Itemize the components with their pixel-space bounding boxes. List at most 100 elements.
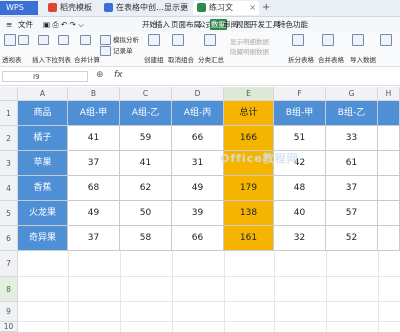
table-cell[interactable]: 68: [68, 176, 120, 201]
total-cell[interactable]: 138: [224, 201, 274, 226]
table-cell[interactable]: 52: [326, 226, 378, 251]
add-tab-icon[interactable]: +: [262, 1, 270, 15]
import-icon[interactable]: [352, 34, 364, 48]
hamburger-icon[interactable]: ≡: [6, 17, 12, 32]
menu-dev-tools[interactable]: 开发工具: [250, 17, 280, 32]
header-cell[interactable]: A组-甲: [68, 101, 120, 126]
table-cell[interactable]: 37: [326, 176, 378, 201]
spreadsheet-grid[interactable]: A B C D E F G H 1 2 3 4 5 6 7 8 9 10 商品 …: [0, 87, 400, 332]
close-icon[interactable]: ×: [249, 1, 256, 15]
table-cell[interactable]: 50: [120, 201, 172, 226]
table-cell[interactable]: 48: [274, 176, 326, 201]
tab-wps[interactable]: WPS: [0, 1, 38, 15]
table-cell[interactable]: 41: [120, 151, 172, 176]
tab-template[interactable]: 稻壳模板: [44, 1, 98, 15]
show-all-icon[interactable]: [38, 35, 51, 45]
tab-doc[interactable]: 在表格中创…显示更通顺×: [100, 1, 192, 26]
table-cell[interactable]: 66: [172, 126, 224, 151]
hide-detail-button[interactable]: 隐藏明细数据: [230, 46, 269, 56]
table-cell[interactable]: 66: [172, 226, 224, 251]
col-header-b[interactable]: B: [68, 87, 120, 101]
item-cell[interactable]: 香蕉: [18, 176, 68, 201]
zoom-icon[interactable]: ⊕: [96, 70, 104, 80]
row-header-3[interactable]: 3: [0, 151, 18, 176]
total-cell[interactable]: 161: [224, 226, 274, 251]
header-cell[interactable]: 商品: [18, 101, 68, 126]
col-header-e[interactable]: E: [224, 87, 274, 101]
header-cell[interactable]: A组-丙: [172, 101, 224, 126]
menu-file[interactable]: 文件: [18, 17, 33, 32]
formula-input[interactable]: [128, 69, 400, 84]
item-cell[interactable]: 奇异果: [18, 226, 68, 251]
row-header-10[interactable]: 10: [0, 322, 18, 332]
menu-page-layout[interactable]: 页面布局: [171, 17, 201, 32]
ungroup-icon[interactable]: [172, 34, 184, 48]
table-cell[interactable]: 31: [172, 151, 224, 176]
dup-icon[interactable]: [80, 35, 93, 45]
col-header-f[interactable]: F: [274, 87, 326, 101]
menu-special[interactable]: 特色功能: [278, 17, 308, 32]
table-cell[interactable]: 59: [120, 126, 172, 151]
row-header-7[interactable]: 7: [0, 251, 18, 277]
header-cell-total[interactable]: 总计: [224, 101, 274, 126]
header-cell[interactable]: B组-甲: [274, 101, 326, 126]
table-cell[interactable]: [378, 176, 400, 201]
col-header-a[interactable]: A: [18, 87, 68, 101]
split-table-icon[interactable]: [292, 34, 304, 48]
menu-view[interactable]: 视图: [236, 17, 251, 32]
sort-icon[interactable]: [58, 35, 71, 45]
col-header-h[interactable]: H: [378, 87, 400, 101]
tab-sheet-active[interactable]: 练习文档.xlsx×: [193, 1, 259, 26]
header-cell[interactable]: A组-乙: [120, 101, 172, 126]
filter-icon[interactable]: [18, 35, 31, 45]
total-cell[interactable]: 179: [224, 176, 274, 201]
header-cell[interactable]: B组-乙: [326, 101, 378, 126]
fx-icon[interactable]: fx: [114, 70, 123, 80]
table-cell[interactable]: 62: [120, 176, 172, 201]
row-header-1[interactable]: 1: [0, 101, 18, 126]
name-box[interactable]: I9: [2, 71, 88, 82]
col-header-d[interactable]: D: [172, 87, 224, 101]
item-cell[interactable]: 橘子: [18, 126, 68, 151]
close-icon[interactable]: ×: [182, 1, 189, 15]
item-cell[interactable]: 火龙果: [18, 201, 68, 226]
row-header-5[interactable]: 5: [0, 201, 18, 226]
table-cell[interactable]: 32: [274, 226, 326, 251]
table-cell[interactable]: 39: [172, 201, 224, 226]
table-cell[interactable]: 40: [274, 201, 326, 226]
row-header-9[interactable]: 9: [0, 302, 18, 322]
select-all-corner[interactable]: [0, 87, 18, 101]
subtotal-icon[interactable]: [204, 34, 216, 48]
menu-icons[interactable]: ▣ ⎙ ↶ ↷ ⌵: [43, 17, 84, 32]
row-header-2[interactable]: 2: [0, 126, 18, 151]
table-cell[interactable]: [378, 201, 400, 226]
table-cell[interactable]: 57: [326, 201, 378, 226]
merge-table-icon[interactable]: [322, 34, 334, 48]
total-cell[interactable]: 166: [224, 126, 274, 151]
table-cell[interactable]: [378, 151, 400, 176]
table-cell[interactable]: 37: [68, 151, 120, 176]
menu-insert[interactable]: 插入: [155, 17, 170, 32]
pivot-icon[interactable]: [4, 34, 16, 48]
table-cell[interactable]: 33: [326, 126, 378, 151]
header-cell[interactable]: [378, 101, 400, 126]
show-detail-button[interactable]: 显示明细数据: [230, 36, 269, 46]
group-icon[interactable]: [148, 34, 160, 48]
table-cell[interactable]: 49: [172, 176, 224, 201]
table-cell[interactable]: 37: [68, 226, 120, 251]
table-cell[interactable]: [378, 226, 400, 251]
row-header-4[interactable]: 4: [0, 176, 18, 201]
row-header-6[interactable]: 6: [0, 226, 18, 251]
col-header-c[interactable]: C: [120, 87, 172, 101]
table-cell[interactable]: 61: [326, 151, 378, 176]
item-cell[interactable]: 苹果: [18, 151, 68, 176]
table-cell[interactable]: 58: [120, 226, 172, 251]
record-button[interactable]: 记录单: [100, 45, 133, 56]
whatif-button[interactable]: 模拟分析: [100, 34, 139, 45]
table-cell[interactable]: 41: [68, 126, 120, 151]
col-header-g[interactable]: G: [326, 87, 378, 101]
row-header-8[interactable]: 8: [0, 277, 18, 302]
more-icon[interactable]: [380, 34, 392, 48]
table-cell[interactable]: 49: [68, 201, 120, 226]
table-cell[interactable]: [378, 126, 400, 151]
